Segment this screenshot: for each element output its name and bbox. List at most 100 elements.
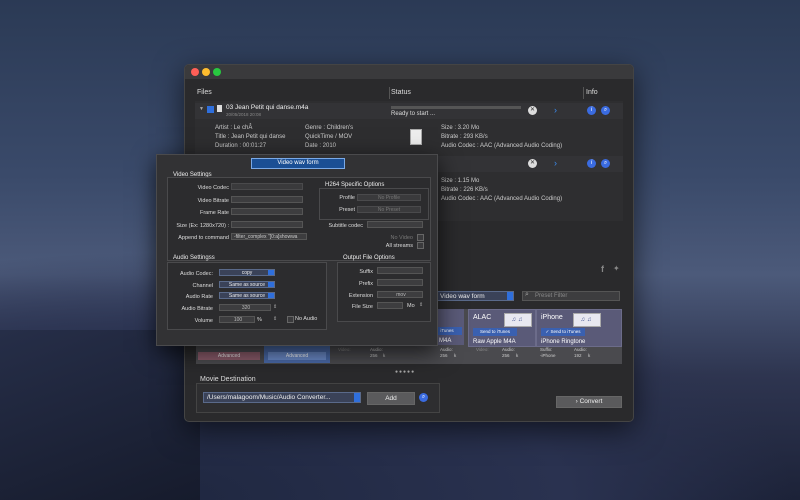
file-details: Artist : Le chÂ Title : Jean Petit qui d… (195, 123, 623, 153)
video-stat-label: Video: (338, 347, 351, 352)
audio-stat-value: 256 (440, 353, 448, 358)
chevron-right-icon[interactable]: › (554, 105, 557, 115)
profile-select[interactable]: No Profile (357, 194, 421, 201)
size-text: Size : 1.15 Mo (441, 178, 480, 184)
all-streams-label: All streams (385, 243, 413, 249)
audio-rate-select[interactable]: Same as source (219, 292, 275, 299)
send-to-itunes-button[interactable]: Send to iTunes (473, 328, 517, 336)
stepper-icon[interactable]: ⇕ (273, 316, 277, 322)
audio-codec-text: Audio Codec : AAC (Advanced Audio Coding… (441, 143, 563, 149)
audio-stat-unit: k (516, 353, 519, 358)
audio-file-icon: ♫♫ (504, 313, 532, 327)
no-audio-checkbox[interactable] (287, 316, 294, 323)
audio-codec-text: Audio Codec : AAC (Advanced Audio Coding… (441, 196, 563, 202)
file-size-label: File Size (351, 304, 373, 310)
remove-icon[interactable]: ✕ (528, 159, 537, 168)
convert-button[interactable]: › Convert (556, 396, 622, 408)
file-checkbox[interactable] (207, 106, 214, 113)
audio-bitrate-field[interactable]: 320 (219, 304, 271, 311)
files-column-header[interactable]: Files (197, 89, 212, 96)
minimize-window-button[interactable] (202, 68, 210, 76)
bitrate-text: Bitrate : 226 KB/s (441, 187, 488, 193)
search-icon[interactable]: ⌕ (419, 393, 428, 402)
audio-stat-value: 256 (502, 353, 510, 358)
artist-text: Artist : Le chÂ (215, 125, 253, 131)
suffix-field[interactable] (377, 267, 423, 274)
video-codec-select[interactable] (231, 183, 303, 190)
append-command-field[interactable]: -filter_complex "[0:a]showwa (231, 233, 307, 240)
no-video-checkbox[interactable] (417, 234, 424, 241)
file-row[interactable]: ▼ 03 Jean Petit qui danse.m4a 20/05/2018… (195, 103, 623, 119)
status-text: Ready to start ... (391, 111, 436, 117)
all-streams-checkbox[interactable] (417, 242, 424, 249)
audio-stat-label: Audio: (502, 347, 515, 352)
stepper-icon[interactable]: ⇕ (273, 304, 277, 310)
file-name: 03 Jean Petit qui danse.m4a (226, 104, 309, 111)
preset-select[interactable]: Video wav form (436, 291, 514, 301)
preset-title: iPhone (541, 314, 563, 321)
frame-rate-field[interactable] (231, 208, 303, 215)
date-text: Date : 2010 (305, 143, 337, 149)
extension-label: Extension (348, 293, 373, 299)
file-size-field[interactable] (377, 302, 403, 309)
zoom-window-button[interactable] (213, 68, 221, 76)
desktop-dune-left (0, 330, 200, 500)
twitter-icon[interactable]: ✦ (613, 264, 620, 273)
info-icon[interactable]: i (587, 106, 596, 115)
preset-card-alac[interactable]: ALAC ♫♫ Send to iTunes Raw Apple M4A (468, 309, 536, 347)
close-window-button[interactable] (191, 68, 199, 76)
extension-field[interactable]: mov (377, 291, 423, 298)
search-icon: ⌕ (525, 291, 529, 298)
destination-path-select[interactable]: /Users/malagoom/Music/Audio Converter... (203, 392, 361, 403)
send-to-itunes-button[interactable]: ✓ Send to iTunes (541, 328, 585, 336)
disclosure-triangle-icon[interactable]: ▼ (199, 106, 204, 112)
audio-stat-unit: k (454, 353, 457, 358)
subtitle-codec-label: Subtitle codec (328, 223, 363, 229)
preset-label: Raw Apple M4A (473, 339, 516, 345)
column-separator (389, 87, 390, 99)
page-indicator-dots[interactable]: ●●●●● (395, 369, 415, 375)
advanced-button[interactable]: Advanced (198, 352, 260, 360)
audio-stat-label: Audio: (370, 347, 383, 352)
size-field[interactable] (231, 221, 303, 228)
volume-label: Volume (194, 318, 213, 324)
audio-stat-label: Audio: (574, 347, 587, 352)
facebook-icon[interactable]: f (601, 264, 604, 274)
video-codec-label: Video Codec (197, 185, 229, 191)
remove-icon[interactable]: ✕ (528, 106, 537, 115)
subtitle-codec-field[interactable] (367, 221, 423, 228)
preset-filter-input[interactable]: Preset Filter (522, 291, 620, 301)
bitrate-text: Bitrate : 293 KB/s (441, 134, 488, 140)
chevron-right-icon[interactable]: › (554, 158, 557, 168)
volume-field[interactable]: 100 (219, 316, 255, 323)
no-video-label: No Video (390, 235, 413, 241)
file-icon (217, 105, 222, 112)
add-button[interactable]: Add (367, 392, 415, 405)
info-column-header[interactable]: Info (586, 89, 598, 96)
type-text: QuickTime / MOV (305, 134, 353, 140)
preset-card-iphone[interactable]: iPhone ♫♫ ✓ Send to iTunes iPhone Ringto… (536, 309, 622, 347)
audio-bitrate-label: Audio Bitrate (181, 306, 214, 312)
volume-unit: % (257, 317, 262, 323)
audio-stat-value: 256 (370, 353, 378, 358)
output-options-heading: Output File Options (343, 255, 395, 261)
channel-select[interactable]: Same as source (219, 281, 275, 288)
info-icon[interactable]: i (587, 159, 596, 168)
size-text: Size : 3.20 Mo (441, 125, 480, 131)
search-icon[interactable]: ⌕ (601, 159, 610, 168)
duration-text: Duration : 00:01:27 (215, 143, 267, 149)
audio-file-icon: ♫♫ (573, 313, 601, 327)
status-column-header[interactable]: Status (391, 89, 411, 96)
prefix-field[interactable] (377, 279, 423, 286)
search-icon[interactable]: ⌕ (601, 106, 610, 115)
audio-codec-select[interactable]: copy (219, 269, 275, 276)
channel-label: Channel (192, 283, 214, 289)
stepper-icon[interactable]: ⇕ (419, 302, 423, 308)
preset-select[interactable]: No Preset (357, 206, 421, 213)
chevron-right-icon: › (575, 398, 578, 405)
video-bitrate-field[interactable] (231, 196, 303, 203)
file-date: 20/05/2018 20:08 (226, 112, 262, 117)
preset-name-input[interactable]: Video wav form (251, 158, 345, 169)
convert-label: Convert (579, 398, 603, 405)
advanced-button[interactable]: Advanced (268, 352, 326, 360)
